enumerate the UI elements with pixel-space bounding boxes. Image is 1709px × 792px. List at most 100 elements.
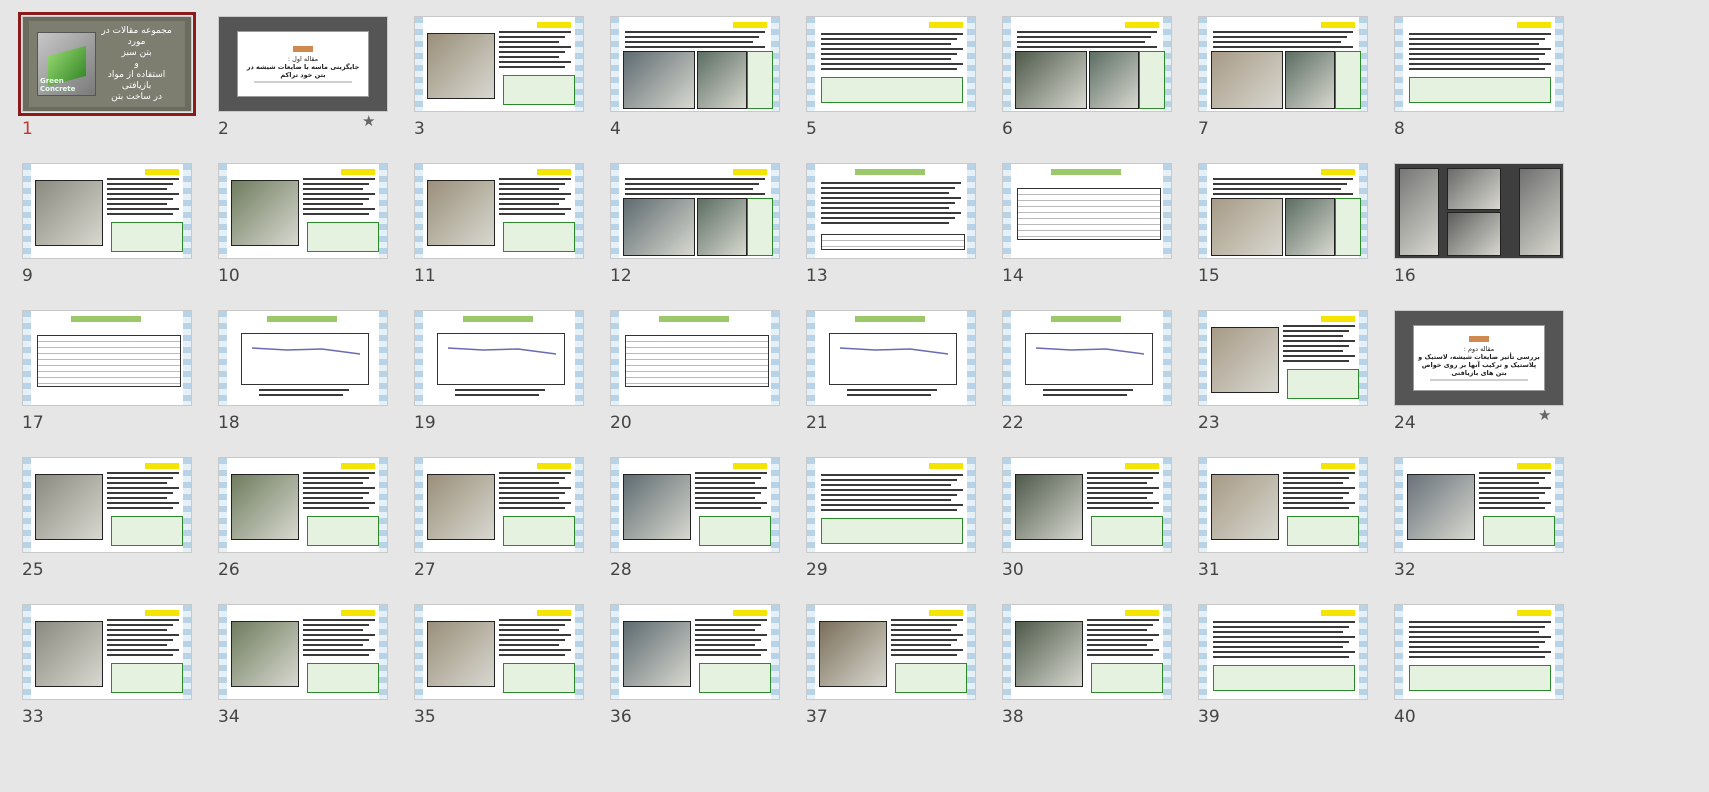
- slide-item[interactable]: 19: [412, 310, 626, 460]
- slide-item[interactable]: 18: [216, 310, 430, 460]
- text-line: [1409, 53, 1545, 55]
- slide-thumbnail[interactable]: [218, 163, 388, 259]
- slide-thumbnail[interactable]: مقاله اول : جایگزینی ماسه با ضایعات شیشه …: [218, 16, 388, 112]
- slide-thumbnail[interactable]: [414, 16, 584, 112]
- slide-thumbnail[interactable]: [806, 310, 976, 406]
- slide-thumbnail[interactable]: [1198, 604, 1368, 700]
- slide-thumbnail[interactable]: [1002, 604, 1172, 700]
- text-line: [303, 649, 375, 651]
- slide-thumbnail[interactable]: مقاله دوم : بررسی تأثیر ضایعات شیشه، لاست…: [1394, 310, 1564, 406]
- slide-thumbnail[interactable]: [1198, 163, 1368, 259]
- slide-item[interactable]: 28: [608, 457, 822, 607]
- slide-thumbnail[interactable]: [610, 310, 780, 406]
- slide-item[interactable]: 39: [1196, 604, 1410, 754]
- slide-item[interactable]: 29: [804, 457, 1018, 607]
- slide-thumbnail[interactable]: [1002, 457, 1172, 553]
- slide-item[interactable]: مقاله اول : جایگزینی ماسه با ضایعات شیشه …: [216, 16, 430, 166]
- text-line: [821, 187, 955, 189]
- slide-thumbnail[interactable]: [218, 457, 388, 553]
- slide-thumbnail[interactable]: [414, 163, 584, 259]
- slide-thumbnail[interactable]: [22, 604, 192, 700]
- slide-thumbnail[interactable]: [1394, 604, 1564, 700]
- slide-item[interactable]: 5: [804, 16, 1018, 166]
- slide-thumbnail[interactable]: [806, 163, 976, 259]
- slide-thumbnail[interactable]: [610, 604, 780, 700]
- slide-item[interactable]: 34: [216, 604, 430, 754]
- slide-item[interactable]: 31: [1196, 457, 1410, 607]
- decorative-band: [967, 17, 975, 111]
- transition-star-icon[interactable]: ★: [362, 112, 375, 130]
- slide-item[interactable]: 17: [20, 310, 234, 460]
- slide-item[interactable]: مقاله دوم : بررسی تأثیر ضایعات شیشه، لاست…: [1392, 310, 1606, 460]
- text-line: [1283, 360, 1349, 362]
- text-line: [1043, 394, 1127, 396]
- slide-thumbnail[interactable]: [22, 457, 192, 553]
- slide-item[interactable]: 16: [1392, 163, 1606, 313]
- slide-item[interactable]: 12: [608, 163, 822, 313]
- slide-item[interactable]: 38: [1000, 604, 1214, 754]
- text-line: [107, 477, 173, 479]
- slide-item[interactable]: 11: [412, 163, 626, 313]
- slide-thumbnail[interactable]: [1198, 310, 1368, 406]
- text-line: [1087, 507, 1153, 509]
- slide-item[interactable]: 40: [1392, 604, 1606, 754]
- slide-item[interactable]: 36: [608, 604, 822, 754]
- slide-item[interactable]: 35: [412, 604, 626, 754]
- slide-item[interactable]: 8: [1392, 16, 1606, 166]
- text-line: [695, 639, 761, 641]
- slide-item[interactable]: 7: [1196, 16, 1410, 166]
- slide-item[interactable]: 25: [20, 457, 234, 607]
- slide-thumbnail[interactable]: [1002, 16, 1172, 112]
- slide-item[interactable]: 3: [412, 16, 626, 166]
- slide-item[interactable]: 22: [1000, 310, 1214, 460]
- slide-item[interactable]: 27: [412, 457, 626, 607]
- text-line: [499, 36, 565, 38]
- slide-thumbnail[interactable]: [610, 16, 780, 112]
- slide-item[interactable]: 33: [20, 604, 234, 754]
- slide-item[interactable]: 6: [1000, 16, 1214, 166]
- slide-thumbnail[interactable]: [22, 310, 192, 406]
- slide-thumbnail[interactable]: [414, 457, 584, 553]
- slide-thumbnail[interactable]: [1394, 16, 1564, 112]
- slide-image: [623, 51, 695, 109]
- slide-item[interactable]: 4: [608, 16, 822, 166]
- slide-item[interactable]: 23: [1196, 310, 1410, 460]
- slide-thumbnail[interactable]: [1198, 457, 1368, 553]
- decorative-band: [1359, 605, 1367, 699]
- slide-thumbnail[interactable]: مجموعه مقالات در مورد بتن سبز و استفاده از …: [18, 12, 196, 116]
- slide-item[interactable]: 15: [1196, 163, 1410, 313]
- slide-item[interactable]: 10: [216, 163, 430, 313]
- slide-thumbnail[interactable]: [806, 457, 976, 553]
- text-line: [695, 497, 755, 499]
- slide-thumbnail[interactable]: [218, 310, 388, 406]
- slide-item[interactable]: 30: [1000, 457, 1214, 607]
- slide-thumbnail[interactable]: [1198, 16, 1368, 112]
- slide-item[interactable]: 32: [1392, 457, 1606, 607]
- text-line: [1087, 624, 1153, 626]
- slide-thumbnail[interactable]: [1002, 163, 1172, 259]
- slide-thumbnail[interactable]: [414, 604, 584, 700]
- slide-item[interactable]: 26: [216, 457, 430, 607]
- slide-thumbnail[interactable]: [610, 457, 780, 553]
- slide-item[interactable]: 20: [608, 310, 822, 460]
- slide-item[interactable]: 14: [1000, 163, 1214, 313]
- slide-item[interactable]: 9: [20, 163, 234, 313]
- slide-thumbnail[interactable]: [414, 310, 584, 406]
- slide-thumbnail[interactable]: [806, 16, 976, 112]
- slide-item[interactable]: 37: [804, 604, 1018, 754]
- decorative-band: [807, 605, 815, 699]
- slide-thumbnail[interactable]: [1394, 457, 1564, 553]
- slide-thumbnail[interactable]: [22, 163, 192, 259]
- slide-thumbnail[interactable]: [610, 163, 780, 259]
- slide-thumbnail[interactable]: [1002, 310, 1172, 406]
- slide-number: 29: [806, 560, 828, 580]
- decorative-band: [415, 605, 423, 699]
- slide-thumbnail[interactable]: [806, 604, 976, 700]
- slide-item[interactable]: 13: [804, 163, 1018, 313]
- transition-star-icon[interactable]: ★: [1538, 406, 1551, 424]
- slide-item[interactable]: مجموعه مقالات در مورد بتن سبز و استفاده از …: [18, 12, 234, 166]
- slide-thumbnail[interactable]: [1394, 163, 1564, 259]
- slide-thumbnail[interactable]: [218, 604, 388, 700]
- decorative-band: [575, 605, 583, 699]
- slide-item[interactable]: 21: [804, 310, 1018, 460]
